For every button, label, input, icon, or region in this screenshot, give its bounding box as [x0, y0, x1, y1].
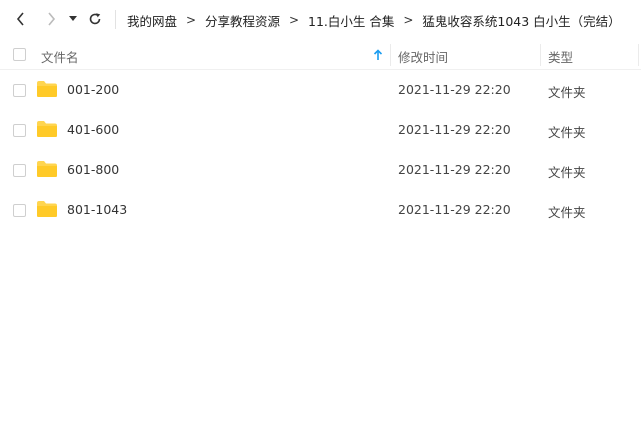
- file-list-header: 文件名 修改时间 类型: [0, 40, 641, 70]
- modified-time: 2021-11-29 22:20: [398, 82, 511, 97]
- forward-button[interactable]: [40, 8, 62, 30]
- modified-time: 2021-11-29 22:20: [398, 162, 511, 177]
- column-divider[interactable]: [540, 44, 541, 66]
- breadcrumb-item-current-folder[interactable]: 猛鬼收容系统1043 白小生（完结）: [422, 11, 620, 30]
- folder-icon: [37, 201, 57, 217]
- breadcrumb-separator: >: [289, 13, 300, 27]
- file-name[interactable]: 001-200: [67, 82, 119, 97]
- modified-time: 2021-11-29 22:20: [398, 122, 511, 137]
- back-button[interactable]: [10, 8, 32, 30]
- modified-time: 2021-11-29 22:20: [398, 202, 511, 217]
- folder-icon: [37, 121, 57, 137]
- history-dropdown-button[interactable]: [64, 8, 82, 30]
- file-type: 文件夹: [548, 85, 586, 100]
- refresh-icon: [89, 13, 101, 25]
- arrow-up-icon[interactable]: [373, 49, 383, 61]
- column-divider[interactable]: [390, 44, 391, 66]
- file-name[interactable]: 601-800: [67, 162, 119, 177]
- table-row[interactable]: 401-600 2021-11-29 22:20 文件夹: [0, 110, 641, 150]
- folder-icon: [37, 81, 57, 97]
- column-header-modified[interactable]: 修改时间: [398, 47, 448, 66]
- chevron-right-icon: [48, 12, 56, 26]
- column-divider[interactable]: [638, 44, 639, 66]
- select-all-checkbox[interactable]: [13, 48, 26, 61]
- breadcrumb-item-collection[interactable]: 11.白小生 合集: [308, 11, 394, 30]
- file-type: 文件夹: [548, 125, 586, 140]
- breadcrumb-separator: >: [403, 13, 414, 27]
- folder-icon: [37, 161, 57, 177]
- breadcrumb-item-my-drive[interactable]: 我的网盘: [127, 11, 177, 30]
- toolbar: 我的网盘 > 分享教程资源 > 11.白小生 合集 > 猛鬼收容系统1043 白…: [0, 0, 641, 40]
- file-name[interactable]: 401-600: [67, 122, 119, 137]
- row-checkbox[interactable]: [13, 164, 26, 177]
- table-row[interactable]: 801-1043 2021-11-29 22:20 文件夹: [0, 190, 641, 230]
- refresh-button[interactable]: [84, 8, 106, 30]
- breadcrumb: 我的网盘 > 分享教程资源 > 11.白小生 合集 > 猛鬼收容系统1043 白…: [127, 11, 621, 29]
- row-checkbox[interactable]: [13, 84, 26, 97]
- breadcrumb-item-shared-resources[interactable]: 分享教程资源: [205, 11, 280, 30]
- table-row[interactable]: 601-800 2021-11-29 22:20 文件夹: [0, 150, 641, 190]
- row-checkbox[interactable]: [13, 204, 26, 217]
- row-checkbox[interactable]: [13, 124, 26, 137]
- column-header-name[interactable]: 文件名: [41, 47, 79, 66]
- table-row[interactable]: 001-200 2021-11-29 22:20 文件夹: [0, 70, 641, 110]
- caret-down-icon: [69, 16, 77, 21]
- toolbar-divider: [115, 10, 116, 29]
- breadcrumb-separator: >: [185, 13, 197, 27]
- file-name[interactable]: 801-1043: [67, 202, 127, 217]
- chevron-left-icon: [16, 12, 24, 26]
- file-type: 文件夹: [548, 165, 586, 180]
- file-type: 文件夹: [548, 205, 586, 220]
- column-header-type[interactable]: 类型: [548, 47, 573, 66]
